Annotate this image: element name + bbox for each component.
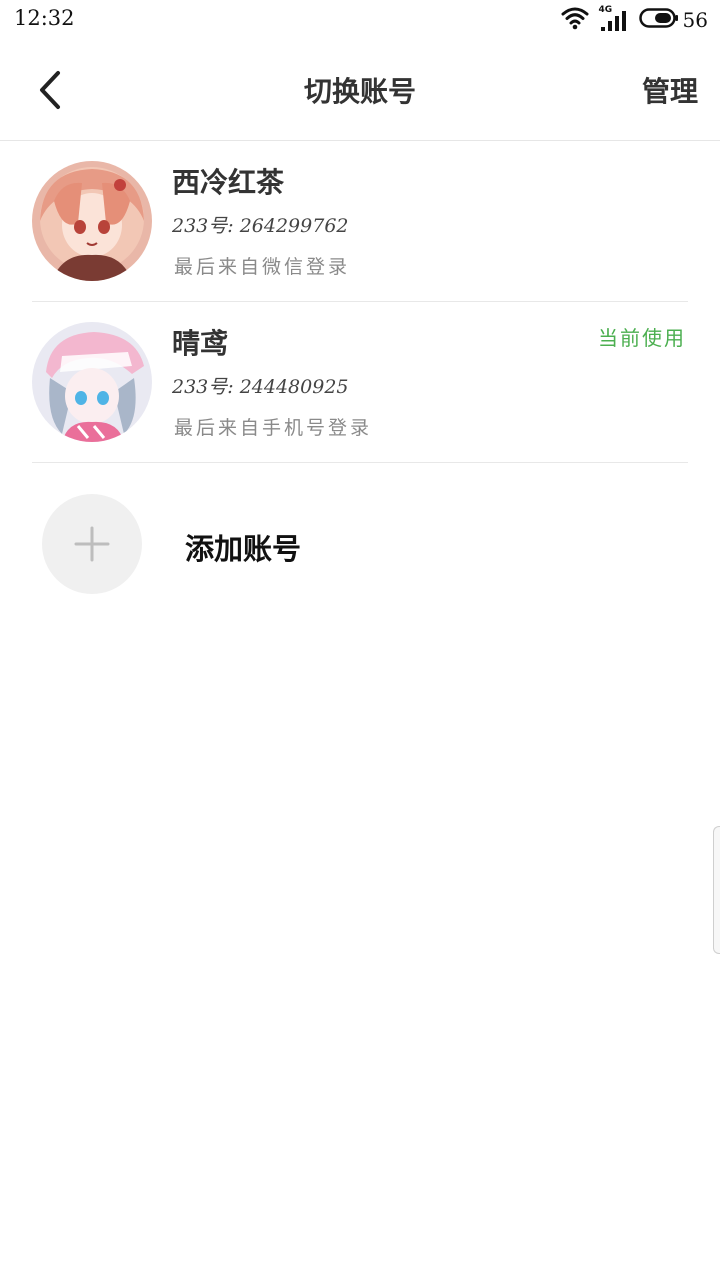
status-time: 12:32 bbox=[14, 6, 75, 30]
battery-indicator: 56 bbox=[638, 7, 708, 33]
add-account-button[interactable]: 添加账号 bbox=[42, 494, 402, 594]
account-item[interactable]: 晴鸢 当前使用 233号: 244480925 最后来自手机号登录 bbox=[32, 302, 688, 463]
status-icons: 4G 56 bbox=[561, 5, 708, 34]
account-name: 西冷红茶 bbox=[172, 166, 285, 199]
last-login-source: 最后来自手机号登录 bbox=[174, 417, 373, 439]
account-id: 233号: 244480925 bbox=[172, 376, 349, 398]
edge-drag-handle[interactable] bbox=[713, 826, 720, 954]
page-title: 切换账号 bbox=[303, 75, 416, 108]
account-name: 晴鸢 bbox=[172, 327, 229, 360]
wifi-icon bbox=[561, 6, 589, 34]
add-account-circle bbox=[42, 494, 142, 594]
account-list: 西冷红茶 233号: 264299762 最后来自微信登录 晴鸢 当前使用 23… bbox=[0, 141, 720, 463]
current-account-badge: 当前使用 bbox=[598, 326, 686, 350]
nav-bar: 切换账号 管理 bbox=[0, 40, 720, 141]
battery-level: 56 bbox=[682, 8, 708, 32]
battery-icon bbox=[638, 7, 679, 33]
last-login-source: 最后来自微信登录 bbox=[174, 256, 351, 278]
avatar bbox=[32, 161, 152, 281]
status-bar: 12:32 4G 56 bbox=[0, 0, 720, 40]
signal-icon: 4G bbox=[599, 5, 629, 32]
account-id: 233号: 264299762 bbox=[172, 215, 349, 237]
account-item[interactable]: 西冷红茶 233号: 264299762 最后来自微信登录 bbox=[32, 141, 688, 302]
add-account-label: 添加账号 bbox=[185, 532, 302, 566]
avatar bbox=[32, 322, 152, 442]
manage-button[interactable]: 管理 bbox=[642, 70, 698, 110]
